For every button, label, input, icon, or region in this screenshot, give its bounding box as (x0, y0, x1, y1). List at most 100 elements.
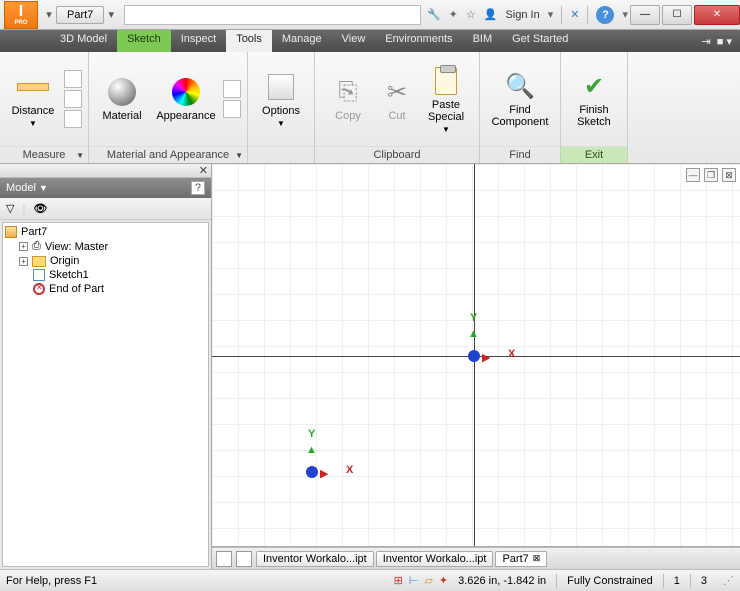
app-menu-chevron[interactable]: ▾ (42, 8, 56, 21)
tab-view[interactable]: View (332, 30, 376, 52)
btn-label: Finish Sketch (565, 104, 623, 128)
sketch-canvas[interactable]: — ❐ ⊠ ▶ ▲ X Y ▶ ▲ X Y (212, 164, 740, 547)
btn-label: Options (262, 105, 300, 117)
appearance-button[interactable]: Appearance (151, 56, 221, 142)
appearance-tool-1[interactable] (223, 80, 241, 98)
paste-special-button[interactable]: Paste Special ▼ (417, 56, 475, 142)
tab-label: Inventor Workalo...ipt (383, 553, 487, 565)
help-icon[interactable]: ? (596, 6, 614, 24)
signin-chevron[interactable]: ▾ (548, 8, 554, 21)
tab-tools[interactable]: Tools (226, 30, 272, 52)
canvas-minimize-button[interactable]: — (686, 168, 700, 182)
canvas-close-button[interactable]: ⊠ (722, 168, 736, 182)
tab-3dmodel[interactable]: 3D Model (50, 30, 117, 52)
tree-root[interactable]: Part7 (5, 225, 206, 239)
filter-icon[interactable]: ▽ (6, 202, 14, 215)
tree-label: Sketch1 (49, 269, 89, 281)
tab-manage[interactable]: Manage (272, 30, 332, 52)
folder-icon (32, 256, 46, 267)
x-label: X (346, 464, 353, 476)
divider (556, 574, 557, 588)
model-browser-panel: ✕ Model ▼ ? ▽ | 👁 Part7 + ⎙ View: Master… (0, 164, 212, 569)
options-button[interactable]: Options ▼ (252, 56, 310, 142)
chevron-down-icon[interactable]: ▼ (39, 183, 48, 193)
tab-bim[interactable]: BIM (463, 30, 503, 52)
tab-getstarted[interactable]: Get Started (502, 30, 578, 52)
user-icon[interactable]: 👤 (484, 8, 498, 21)
tree-label: End of Part (49, 283, 104, 295)
app-icon[interactable]: IPRO (4, 1, 38, 29)
y-label: Y (470, 312, 477, 324)
status-icon-3[interactable]: ▱ (424, 574, 432, 587)
view-toggle-1[interactable] (216, 551, 232, 567)
chevron-down-icon[interactable]: ▼ (235, 151, 243, 160)
origin-dot-icon (306, 466, 318, 478)
exchange-icon[interactable]: ✕ (570, 8, 579, 21)
status-bar: For Help, press F1 ⊞ ⊢ ▱ ✦ 3.626 in, -1.… (0, 569, 740, 591)
expander-icon[interactable]: + (19, 242, 28, 251)
divider (663, 574, 664, 588)
part-icon (5, 226, 17, 238)
distance-button[interactable]: Distance ▼ (4, 56, 62, 142)
close-button[interactable]: ✕ (694, 5, 740, 25)
appearance-tool-2[interactable] (223, 100, 241, 118)
copy-button: ⎘ Copy (319, 56, 377, 142)
divider (561, 6, 562, 24)
star-icon[interactable]: ☆ (466, 8, 476, 21)
x-arrow-icon: ▶ (482, 351, 490, 364)
btn-label: Paste Special (417, 99, 475, 123)
search-input[interactable] (124, 5, 421, 25)
tabs-more-icon[interactable]: ■ ▾ (717, 35, 732, 48)
measure-tool-3[interactable] (64, 110, 82, 128)
minimize-button[interactable]: — (630, 5, 660, 25)
btn-label: Find Component (484, 104, 556, 128)
canvas-restore-button[interactable]: ❐ (704, 168, 718, 182)
tab-inspect[interactable]: Inspect (171, 30, 226, 52)
tree-item-origin[interactable]: + Origin (5, 254, 206, 268)
doc-tab-3[interactable]: Part7⊠ (495, 551, 547, 567)
close-icon[interactable]: ⊠ (533, 553, 541, 564)
expander-icon[interactable]: + (19, 257, 28, 266)
panel-help-icon[interactable]: ? (191, 181, 205, 195)
status-icon-2[interactable]: ⊢ (409, 574, 419, 587)
measure-tool-1[interactable] (64, 70, 82, 88)
tree-item-view[interactable]: + ⎙ View: Master (5, 239, 206, 254)
status-help-text: For Help, press F1 (6, 575, 97, 587)
sign-in-link[interactable]: Sign In (505, 9, 539, 21)
doc-tab-2[interactable]: Inventor Workalo...ipt (376, 551, 494, 567)
y-arrow-icon: ▲ (468, 328, 479, 340)
tool-icon[interactable]: 🔧 (427, 8, 441, 21)
panel-title: Model (6, 182, 36, 194)
material-button[interactable]: Material (93, 56, 151, 142)
chevron-down-icon: ▼ (442, 125, 450, 134)
measure-tool-2[interactable] (64, 90, 82, 108)
tab-sketch[interactable]: Sketch (117, 30, 171, 52)
resize-grip-icon[interactable]: ⋰ (723, 574, 734, 587)
find-icon[interactable]: 👁 (33, 202, 47, 215)
panel-close-icon[interactable]: ✕ (199, 165, 208, 177)
status-icon-1[interactable]: ⊞ (394, 574, 403, 587)
status-icon-4[interactable]: ✦ (439, 574, 448, 587)
document-tabs: Inventor Workalo...ipt Inventor Workalo.… (212, 547, 740, 569)
finish-sketch-button[interactable]: ✔ Finish Sketch (565, 56, 623, 142)
titlebar: IPRO ▾ Part7 ▾ 🔧 ✦ ☆ 👤 Sign In ▾ ✕ ? ▾ —… (0, 0, 740, 30)
model-tree[interactable]: Part7 + ⎙ View: Master + Origin Sketch1 … (2, 222, 209, 567)
doc-chevron[interactable]: ▾ (104, 8, 118, 21)
find-component-button[interactable]: 🔍 Find Component (484, 56, 556, 142)
group-label: Measure (23, 149, 66, 161)
btn-label: Cut (388, 110, 405, 122)
view-toggle-2[interactable] (236, 551, 252, 567)
wand-icon[interactable]: ✦ (449, 8, 458, 21)
scissors-icon: ✂ (381, 76, 413, 108)
maximize-button[interactable]: ☐ (662, 5, 692, 25)
options-icon (268, 74, 294, 100)
tabs-scroll-icon[interactable]: ⇥ (702, 35, 711, 48)
sphere-icon (108, 78, 136, 106)
status-dim-count-2: 3 (701, 575, 707, 587)
doc-tab-1[interactable]: Inventor Workalo...ipt (256, 551, 374, 567)
tree-item-sketch1[interactable]: Sketch1 (5, 268, 206, 282)
chevron-down-icon[interactable]: ▼ (76, 151, 84, 160)
view-icon: ⎙ (32, 240, 41, 253)
tab-environments[interactable]: Environments (375, 30, 462, 52)
tree-item-end-of-part[interactable]: End of Part (5, 282, 206, 296)
